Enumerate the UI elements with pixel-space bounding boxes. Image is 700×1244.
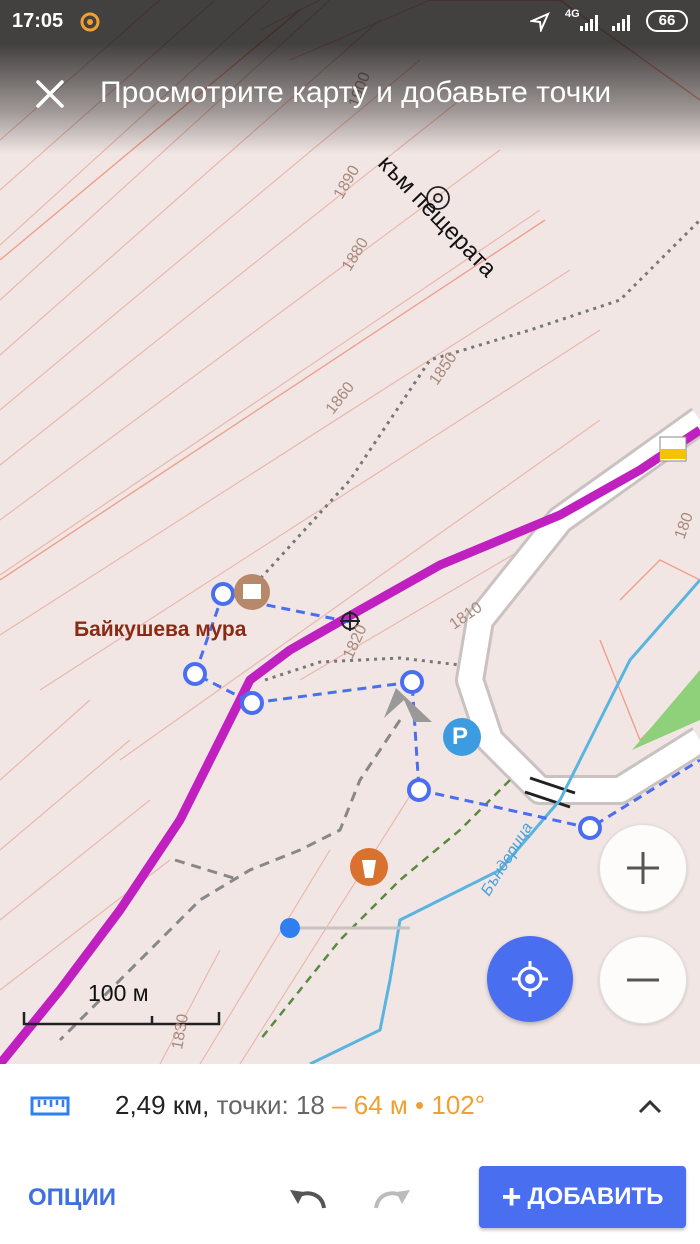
svg-text:1880: 1880 <box>339 235 372 274</box>
close-icon[interactable] <box>30 74 70 114</box>
app-notification-icon <box>80 12 100 32</box>
battery-level: 66 <box>658 12 676 29</box>
header: Просмотрите карту и добавьте точки <box>0 44 700 154</box>
location-arrow-icon <box>530 12 550 32</box>
action-bar: ОПЦИИ + ДОБАВИТЬ <box>0 1152 700 1244</box>
plus-icon <box>627 852 659 884</box>
segment-info: – 64 м • 102° <box>332 1090 486 1120</box>
chevron-up-icon[interactable] <box>636 1094 664 1118</box>
route-summary: 2,49 км, точки: 18 – 64 м • 102° <box>115 1090 485 1121</box>
parking-label: P <box>452 723 469 750</box>
svg-text:1890: 1890 <box>331 163 364 202</box>
zoom-in-button[interactable] <box>599 824 687 912</box>
redo-icon[interactable] <box>370 1180 414 1216</box>
battery-icon: 66 <box>646 10 688 32</box>
place-label-baykusheva-mura: Байкушева мура <box>74 618 247 641</box>
scale-label: 100 м <box>88 980 149 1006</box>
options-button[interactable]: ОПЦИИ <box>28 1184 116 1212</box>
route-distance: 2,49 км, <box>115 1090 210 1120</box>
signal-icon-2 <box>612 15 630 31</box>
map-canvas[interactable]: 1900 1890 1880 1860 1850 1820 1810 1830 … <box>0 0 700 1064</box>
route-info-bar: 2,49 км, точки: 18 – 64 м • 102° <box>0 1064 700 1153</box>
svg-text:1860: 1860 <box>323 379 358 418</box>
page-title: Просмотрите карту и добавьте точки <box>100 76 612 109</box>
zoom-out-button[interactable] <box>599 936 687 1024</box>
svg-text:1830: 1830 <box>169 1013 192 1051</box>
minus-icon <box>627 978 659 982</box>
clock: 17:05 <box>12 10 64 32</box>
map-graphics: 1900 1890 1880 1860 1850 1820 1810 1830 … <box>0 0 700 1064</box>
signal-icon <box>580 15 598 31</box>
plus-icon: + <box>501 1177 522 1216</box>
add-button[interactable]: + ДОБАВИТЬ <box>479 1166 686 1228</box>
svg-text:1850: 1850 <box>426 349 460 388</box>
my-location-icon <box>512 961 548 997</box>
my-location-button[interactable] <box>487 936 573 1022</box>
route-points: точки: 18 <box>216 1090 325 1120</box>
svg-text:180: 180 <box>672 510 697 541</box>
ruler-icon <box>30 1096 70 1116</box>
undo-icon[interactable] <box>286 1180 330 1216</box>
add-button-label: ДОБАВИТЬ <box>527 1183 664 1210</box>
status-bar: 17:05 4G 66 <box>0 0 700 44</box>
